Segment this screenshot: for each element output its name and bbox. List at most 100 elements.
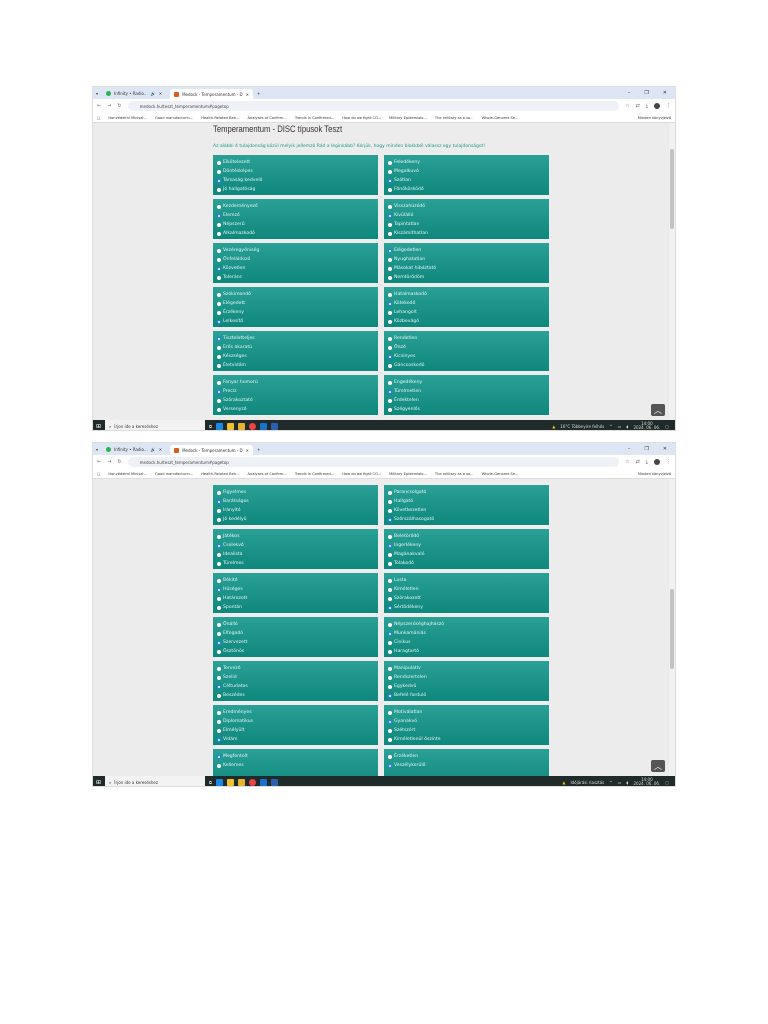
radio-button[interactable] <box>217 666 221 671</box>
answer-option[interactable]: Megalkuvó <box>388 167 545 176</box>
word-icon[interactable] <box>270 422 278 430</box>
radio-button[interactable] <box>388 543 392 548</box>
answer-option[interactable]: Nyughatatlan <box>388 255 545 264</box>
windows-start-icon[interactable]: ⊞ <box>96 423 101 430</box>
edge-icon[interactable] <box>215 422 223 430</box>
radio-button[interactable] <box>388 693 392 698</box>
bookmark-item[interactable]: Trends in Confirmed... <box>295 472 334 476</box>
radio-button[interactable] <box>217 578 221 583</box>
answer-option[interactable]: Sértődékeny <box>388 603 545 612</box>
answer-option[interactable]: Gyanakvó <box>388 717 545 726</box>
answer-option[interactable]: Rendszertelen <box>388 673 545 682</box>
answer-option[interactable]: Vezéregyéniség <box>217 246 374 255</box>
bookmark-item[interactable]: Trends in Confirmed... <box>295 116 334 120</box>
answer-option[interactable]: Kicsinyes <box>388 352 545 361</box>
radio-button[interactable] <box>217 543 221 548</box>
answer-option[interactable]: Szégyenlős <box>388 405 545 414</box>
weather-notification[interactable]: Időjárási riasztás <box>570 780 604 785</box>
radio-button[interactable] <box>388 178 392 183</box>
radio-button[interactable] <box>217 160 221 165</box>
answer-option[interactable]: Határozott <box>217 594 374 603</box>
answer-option[interactable]: Toleráns <box>217 273 374 282</box>
file-explorer-icon[interactable] <box>226 778 234 786</box>
bookmark-item[interactable]: How do we fight CO... <box>342 116 381 120</box>
radio-button[interactable] <box>217 534 221 539</box>
mail-icon[interactable] <box>259 778 267 786</box>
url-input[interactable]: medock.hu/teszt_temperamentum#pagetop <box>127 457 620 467</box>
answer-option[interactable]: Figyelmes <box>217 488 374 497</box>
bookmark-item[interactable]: Whole-Genome Se... <box>482 472 519 476</box>
avatar[interactable] <box>654 103 660 109</box>
clock[interactable]: 14:00 2024. 06. 06. <box>634 778 661 786</box>
answer-option[interactable]: Visszahúzódó <box>388 202 545 211</box>
tab-radio[interactable]: Infinity • Radio... 🔊 ✕ <box>102 444 166 454</box>
star-icon[interactable]: ☆ <box>625 103 629 109</box>
bookmark-item[interactable]: Health-Related Beh... <box>201 472 239 476</box>
back-icon[interactable]: ← <box>97 459 101 465</box>
radio-button[interactable] <box>388 675 392 680</box>
radio-button[interactable] <box>388 578 392 583</box>
radio-button[interactable] <box>388 301 392 306</box>
answer-option[interactable]: Békítő <box>217 576 374 585</box>
radio-button[interactable] <box>388 737 392 742</box>
answer-option[interactable]: Beletörődő <box>388 532 545 541</box>
answer-option[interactable]: Szelíd <box>217 673 374 682</box>
tab-close-icon[interactable]: ✕ <box>159 91 162 96</box>
store-icon[interactable] <box>237 778 245 786</box>
answer-option[interactable]: Önfeláldozó <box>217 255 374 264</box>
answer-option[interactable]: Elmélyült <box>217 726 374 735</box>
answer-option[interactable]: Érdektelen <box>388 396 545 405</box>
radio-button[interactable] <box>217 345 221 350</box>
scrollbar-thumb[interactable] <box>670 589 674 669</box>
minimize-button[interactable]: – <box>628 90 631 96</box>
radio-button[interactable] <box>217 763 221 768</box>
all-bookmarks[interactable]: Minden könyvjelző <box>638 116 671 120</box>
radio-button[interactable] <box>388 490 392 495</box>
radio-button[interactable] <box>217 407 221 412</box>
answer-option[interactable]: Jó kedélyű <box>217 515 374 524</box>
answer-option[interactable]: Népszerű <box>217 220 374 229</box>
answer-option[interactable]: Elkötelezett <box>217 158 374 167</box>
radio-button[interactable] <box>388 517 392 522</box>
answer-option[interactable]: Kezdeményező <box>217 202 374 211</box>
answer-option[interactable]: Játékos <box>217 532 374 541</box>
radio-button[interactable] <box>217 292 221 297</box>
answer-option[interactable]: Érzékeny <box>217 308 374 317</box>
answer-option[interactable]: Vidám <box>217 735 374 744</box>
radio-button[interactable] <box>388 363 392 368</box>
minimize-button[interactable]: – <box>628 446 631 452</box>
radio-button[interactable] <box>217 596 221 601</box>
answer-option[interactable]: Kíméletlen <box>388 585 545 594</box>
radio-button[interactable] <box>217 605 221 610</box>
answer-option[interactable]: Fanyar humorú <box>217 378 374 387</box>
radio-button[interactable] <box>217 684 221 689</box>
answer-option[interactable]: Elemző <box>217 211 374 220</box>
volume-icon[interactable]: ◖ <box>626 424 628 429</box>
answer-option[interactable]: Ingerlékeny <box>388 541 545 550</box>
restore-button[interactable]: ❐ <box>644 90 648 96</box>
reload-icon[interactable]: ↻ <box>117 103 121 109</box>
radio-button[interactable] <box>217 231 221 236</box>
answer-option[interactable]: Kiszámíthatlan <box>388 229 545 238</box>
radio-button[interactable] <box>388 763 392 768</box>
radio-button[interactable] <box>217 336 221 341</box>
answer-option[interactable]: Manipulatív <box>388 664 545 673</box>
tab-medock[interactable]: Medock - Temperamentum - D ✕ <box>170 89 253 99</box>
radio-button[interactable] <box>388 389 392 394</box>
answer-option[interactable]: Szókimondó <box>217 290 374 299</box>
radio-button[interactable] <box>388 354 392 359</box>
answer-option[interactable]: Eredményes <box>217 708 374 717</box>
answer-option[interactable]: Szőrszálhasogató <box>388 515 545 524</box>
clock[interactable]: 14:00 2024. 06. 06. <box>634 422 661 430</box>
answer-option[interactable]: Feledékeny <box>388 158 545 167</box>
answer-option[interactable]: Lusta <box>388 576 545 585</box>
new-tab-button[interactable]: + <box>257 447 260 452</box>
radio-button[interactable] <box>217 222 221 227</box>
answer-option[interactable]: Türelmes <box>217 559 374 568</box>
answer-option[interactable]: Rendetlen <box>388 334 545 343</box>
answer-option[interactable]: Engedékeny <box>388 378 545 387</box>
restore-button[interactable]: ❐ <box>644 446 648 452</box>
radio-button[interactable] <box>217 310 221 315</box>
menu-icon[interactable]: ⋮ <box>666 459 671 465</box>
answer-option[interactable]: Életvidám <box>217 361 374 370</box>
